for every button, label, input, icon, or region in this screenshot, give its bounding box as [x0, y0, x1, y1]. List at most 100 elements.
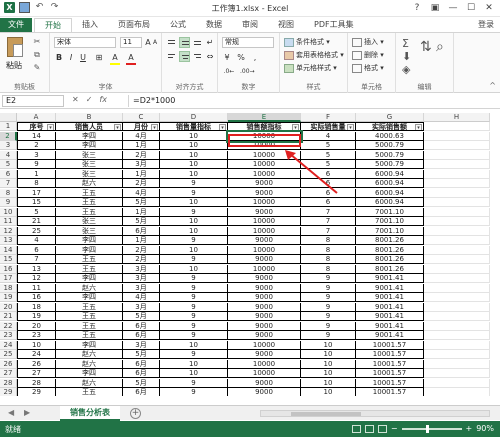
conditional-formatting-button[interactable]: 条件格式 ▾ — [284, 37, 330, 47]
table-cell[interactable]: 6000.94 — [356, 169, 424, 179]
table-cell[interactable]: 9 — [160, 378, 228, 388]
increase-decimal-icon[interactable]: .0← — [222, 66, 236, 77]
table-cell[interactable]: 9 — [160, 293, 228, 302]
table-cell[interactable]: 9000 — [228, 312, 301, 321]
wrap-text-icon[interactable]: ↵ — [205, 37, 215, 48]
table-cell[interactable]: 7 — [17, 255, 56, 264]
table-cell[interactable]: 9 — [160, 302, 228, 312]
zoom-out-icon[interactable]: − — [391, 424, 398, 433]
row-header-14[interactable]: 14 — [0, 245, 17, 255]
empty-cell[interactable] — [424, 312, 490, 321]
table-cell[interactable]: 李四 — [56, 293, 123, 302]
table-cell[interactable]: 5月 — [123, 378, 160, 388]
table-cell[interactable]: 23 — [17, 331, 56, 340]
filter-dropdown-icon[interactable]: ▾ — [114, 124, 121, 130]
table-cell[interactable]: 5月 — [123, 198, 160, 207]
table-cell[interactable]: 10000 — [228, 264, 301, 274]
tab-home[interactable]: 开始 — [34, 18, 72, 32]
table-cell[interactable]: 8 — [301, 245, 356, 255]
table-cell[interactable]: 8001.26 — [356, 236, 424, 245]
table-cell[interactable]: 10001.57 — [356, 378, 424, 388]
table-cell[interactable]: 10001.57 — [356, 340, 424, 350]
table-cell[interactable]: 6月 — [123, 369, 160, 378]
comma-button[interactable]: , — [250, 52, 260, 63]
tab-view[interactable]: 视图 — [268, 18, 304, 32]
header-cell[interactable]: 销售人员 ▾ — [56, 122, 123, 131]
italic-button[interactable]: I — [66, 52, 76, 63]
column-header-h[interactable]: H — [424, 113, 490, 122]
table-cell[interactable]: 7001.10 — [356, 217, 424, 226]
close-icon[interactable]: ✕ — [480, 0, 498, 16]
row-header-17[interactable]: 17 — [0, 274, 17, 283]
table-cell[interactable]: 4月 — [123, 131, 160, 141]
empty-cell[interactable] — [424, 369, 490, 378]
table-cell[interactable]: 7 — [301, 217, 356, 226]
empty-cell[interactable] — [424, 245, 490, 255]
row-header-29[interactable]: 29 — [0, 388, 17, 396]
font-color-button[interactable]: A — [126, 52, 136, 63]
table-cell[interactable]: 14 — [17, 131, 56, 141]
table-cell[interactable]: 7001.10 — [356, 226, 424, 236]
table-cell[interactable]: 9 — [17, 160, 56, 169]
table-cell[interactable]: 李四 — [56, 340, 123, 350]
row-header-21[interactable]: 21 — [0, 312, 17, 321]
filter-dropdown-icon[interactable]: ▾ — [292, 124, 299, 130]
row-header-22[interactable]: 22 — [0, 321, 17, 331]
zoom-level[interactable]: 90% — [476, 424, 494, 433]
row-header-11[interactable]: 11 — [0, 217, 17, 226]
table-cell[interactable]: 李四 — [56, 369, 123, 378]
table-cell[interactable]: 张三 — [56, 150, 123, 160]
zoom-in-icon[interactable]: + — [466, 424, 473, 433]
table-cell[interactable]: 2月 — [123, 255, 160, 264]
table-cell[interactable]: 10 — [17, 340, 56, 350]
table-cell[interactable]: 10 — [301, 350, 356, 359]
table-cell[interactable]: 9000 — [228, 378, 301, 388]
table-cell[interactable]: 9 — [160, 255, 228, 264]
table-cell[interactable]: 9 — [301, 302, 356, 312]
align-bottom-icon[interactable] — [192, 37, 203, 48]
table-cell[interactable]: 8 — [301, 255, 356, 264]
column-header-e[interactable]: E — [228, 113, 301, 122]
empty-cell[interactable] — [424, 378, 490, 388]
table-cell[interactable]: 9 — [160, 350, 228, 359]
table-cell[interactable]: 10 — [160, 340, 228, 350]
worksheet-grid[interactable]: 序号 ▾ 销售人员 ▾ 月份 ▾ 销售量指标 ▾ 销售额指标 ▾ 实际销售量 ▾ 实际销售额 ▾ 14 李四 4… — [0, 113, 500, 396]
header-cell[interactable]: 销售额指标 ▾ — [228, 122, 301, 131]
table-cell[interactable]: 王五 — [56, 302, 123, 312]
zoom-slider[interactable] — [401, 424, 462, 433]
table-cell[interactable]: 10 — [301, 359, 356, 369]
copy-icon[interactable]: ⧉ — [32, 50, 42, 59]
table-cell[interactable]: 5000.79 — [356, 160, 424, 169]
grow-font-icon[interactable]: A — [145, 37, 151, 48]
row-header-23[interactable]: 23 — [0, 331, 17, 340]
empty-cell[interactable] — [424, 255, 490, 264]
empty-cell[interactable] — [424, 236, 490, 245]
format-cells-button[interactable]: 格式 ▾ — [352, 63, 384, 73]
table-cell[interactable]: 28 — [17, 378, 56, 388]
empty-cell[interactable] — [424, 179, 490, 188]
table-cell[interactable]: 1月 — [123, 236, 160, 245]
merge-center-icon[interactable]: ⇔ — [205, 51, 215, 62]
table-cell[interactable]: 李四 — [56, 141, 123, 150]
table-cell[interactable]: 5 — [17, 207, 56, 217]
table-cell[interactable]: 3月 — [123, 274, 160, 283]
row-header-19[interactable]: 19 — [0, 293, 17, 302]
filter-dropdown-icon[interactable]: ▾ — [219, 124, 226, 130]
table-cell[interactable]: 9001.41 — [356, 302, 424, 312]
table-cell[interactable]: 9 — [160, 179, 228, 188]
table-cell[interactable]: 9 — [160, 388, 228, 396]
row-header-9[interactable]: 9 — [0, 198, 17, 207]
table-cell[interactable]: 25 — [17, 226, 56, 236]
table-cell[interactable]: 6月 — [123, 226, 160, 236]
table-cell[interactable]: 9 — [160, 283, 228, 293]
table-cell[interactable]: 6 — [17, 245, 56, 255]
decrease-decimal-icon[interactable]: .00→ — [240, 66, 255, 77]
table-cell[interactable]: 6000.94 — [356, 188, 424, 198]
cell-styles-button[interactable]: 单元格样式 ▾ — [284, 63, 337, 73]
table-cell[interactable]: 赵六 — [56, 359, 123, 369]
table-cell[interactable]: 9001.41 — [356, 274, 424, 283]
table-cell[interactable]: 9 — [301, 283, 356, 293]
font-name-select[interactable]: 宋体 — [54, 37, 116, 48]
ribbon-display-icon[interactable]: ▣ — [426, 0, 444, 16]
maximize-icon[interactable]: ☐ — [462, 0, 480, 16]
